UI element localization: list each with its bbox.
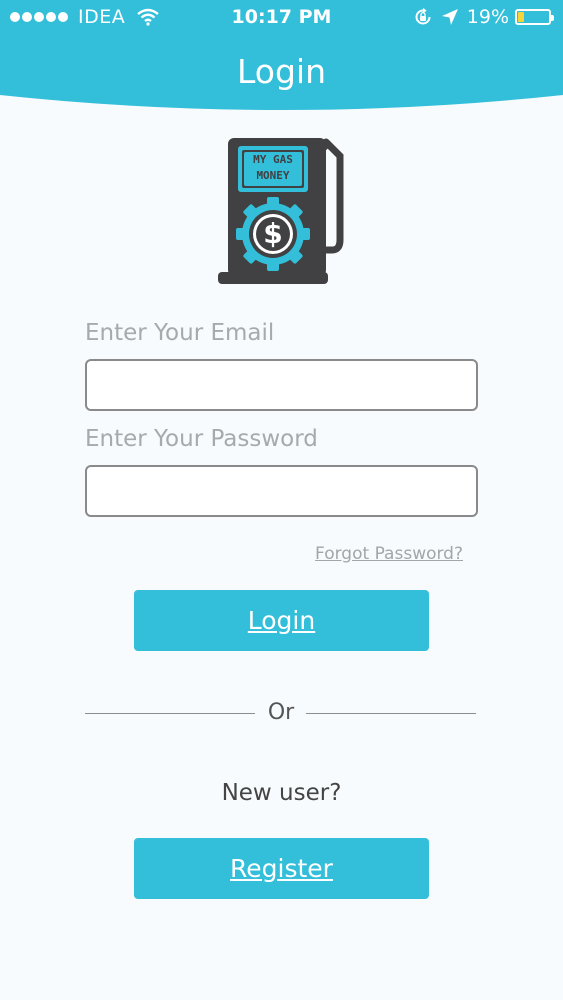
location-arrow-icon [441,8,459,26]
logo-dollar-sign: $ [263,217,283,250]
register-button[interactable]: Register [134,838,429,899]
email-field[interactable] [85,359,478,411]
new-user-prompt: New user? [221,780,342,806]
battery-icon [515,9,554,25]
battery-percent: 19% [466,6,509,28]
password-label: Enter Your Password [85,426,318,452]
status-bar: IDEA 10:17 PM 19% [0,0,563,38]
divider-text: Or [267,700,295,725]
status-right: 19% [413,6,554,28]
login-button[interactable]: Login [134,590,429,651]
header: IDEA 10:17 PM 19% Login [0,0,563,118]
app-logo: MY GAS MONEY $ [216,132,356,288]
divider-line-right [306,713,476,714]
forgot-password-link[interactable]: Forgot Password? [315,544,463,564]
page-title: Login [236,52,327,91]
password-field[interactable] [85,465,478,517]
login-screen: IDEA 10:17 PM 19% Login MY GAS MONEY $ E… [0,0,563,1000]
rotation-lock-icon [413,7,433,27]
logo-text-line1: MY GAS [253,153,293,166]
battery-fill [518,12,524,22]
logo-text-line2: MONEY [256,169,290,182]
email-label: Enter Your Email [85,320,275,346]
divider-line-left [85,713,255,714]
